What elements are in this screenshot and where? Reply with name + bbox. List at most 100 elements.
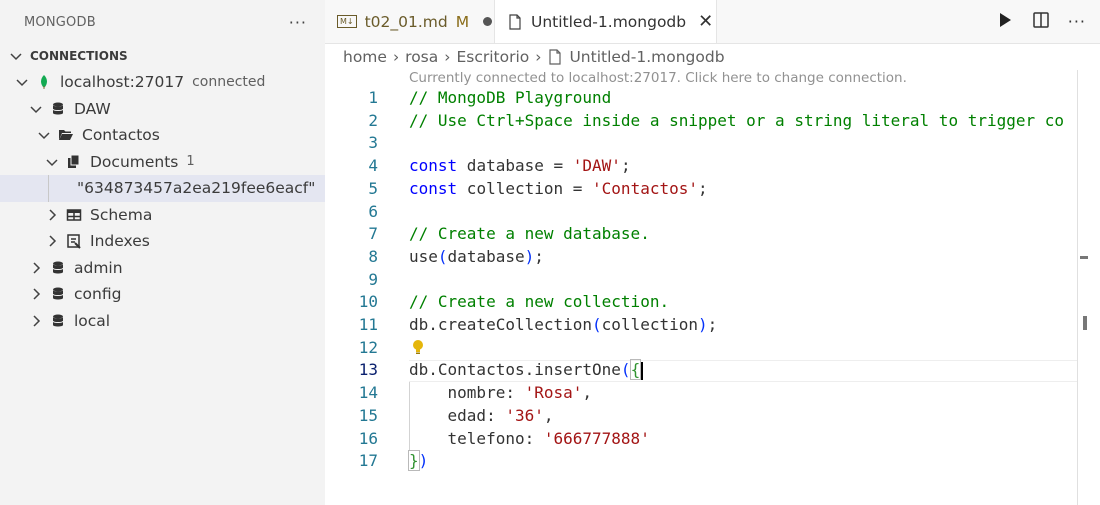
connection-status: connected (192, 74, 266, 91)
close-icon[interactable]: ✕ (698, 11, 713, 32)
code-text: const collection = 'Contactos'; (409, 178, 708, 198)
tree-item-label: admin (74, 258, 123, 277)
tree-item-config[interactable]: config (0, 281, 325, 308)
code-text: use(database); (409, 246, 544, 266)
line-number: 14 (358, 383, 378, 403)
line-number: 7 (368, 224, 378, 244)
chevron-down-icon (44, 154, 60, 170)
code-line: 7 // Create a new database. (325, 224, 1077, 247)
tree-item-label: Documents (90, 152, 179, 171)
line-number: 2 (368, 110, 378, 130)
code-line: 12 (325, 338, 1077, 361)
connection-codelens[interactable]: Currently connected to localhost:27017. … (409, 70, 907, 86)
tree-item-contactos[interactable]: Contactos (0, 122, 325, 149)
line-number: 8 (368, 246, 378, 266)
database-icon (50, 286, 66, 302)
code-text: const database = 'DAW'; (409, 156, 631, 176)
code-line: 9 (325, 270, 1077, 293)
line-number: 1 (368, 88, 378, 107)
code-line: 15 edad: '36', (325, 406, 1077, 429)
tree-item-label: local (74, 311, 111, 330)
code-line: 8 use(database); (325, 247, 1077, 270)
line-number: 5 (368, 178, 378, 198)
tree-item-document-id[interactable]: "634873457a2ea219fee6eacf" (0, 175, 325, 202)
tree-item-label: DAW (74, 99, 111, 118)
mongodb-leaf-icon (36, 74, 52, 90)
code-line: 11 db.createCollection(collection); (325, 315, 1077, 338)
line-number: 17 (358, 451, 378, 471)
chevron-right-icon: › (535, 48, 542, 66)
database-icon (50, 260, 66, 276)
modified-badge: M (455, 12, 470, 31)
chevron-right-icon (44, 233, 60, 249)
breadcrumb: home › rosa › Escritorio › Untitled-1.mo… (343, 46, 725, 68)
file-icon (507, 13, 523, 30)
table-icon (66, 207, 82, 223)
line-number: 10 (358, 292, 378, 312)
chevron-right-icon: › (444, 48, 451, 66)
tree-item-indexes[interactable]: Indexes (0, 228, 325, 255)
more-actions-icon[interactable]: ··· (1068, 12, 1086, 31)
chevron-down-icon (28, 101, 44, 117)
chevron-right-icon (28, 286, 44, 302)
code-editor[interactable]: 1 // MongoDB Playground 2 // Use Ctrl+Sp… (325, 88, 1077, 505)
overview-ruler[interactable] (1077, 70, 1078, 505)
run-icon[interactable] (996, 11, 1014, 33)
database-icon (50, 101, 66, 117)
line-number: 13 (358, 360, 378, 380)
code-text: telefono: '666777888' (409, 428, 650, 448)
lightbulb-icon[interactable] (411, 339, 425, 359)
more-actions-icon[interactable]: ··· (289, 13, 307, 32)
file-icon (547, 49, 563, 65)
tree-item-label: localhost:27017 (60, 73, 185, 92)
tab-untitled-1-mongodb[interactable]: Untitled-1.mongodb ✕ (495, 0, 717, 43)
split-editor-icon[interactable] (1032, 11, 1050, 33)
tree-item-label: "634873457a2ea219fee6eacf" (77, 179, 316, 198)
line-number: 11 (358, 315, 378, 334)
code-text: nombre: 'Rosa', (409, 383, 593, 403)
code-line: 16 telefono: '666777888' (325, 429, 1077, 452)
code-line: 1 // MongoDB Playground (325, 88, 1077, 111)
line-number: 15 (358, 405, 378, 425)
code-text: db.Contactos.insertOne({ (409, 359, 644, 381)
connections-section-header[interactable]: CONNECTIONS (0, 44, 325, 68)
tree-item-schema[interactable]: Schema (0, 202, 325, 229)
index-icon (66, 233, 82, 249)
tree-item-admin[interactable]: admin (0, 255, 325, 282)
chevron-down-icon (36, 127, 52, 143)
code-line: 5 const collection = 'Contactos'; (325, 179, 1077, 202)
tree-item-daw[interactable]: DAW (0, 96, 325, 123)
breadcrumb-item[interactable]: Escritorio (456, 48, 529, 66)
tree-indent-guide (48, 175, 49, 202)
line-number: 12 (358, 337, 378, 357)
tree-item-local[interactable]: local (0, 308, 325, 335)
editor-tab-bar: M↓ t02_01.md M Untitled-1.mongodb ✕ ··· (325, 0, 1100, 44)
tree-item-label: Schema (90, 205, 153, 224)
scrollbar-thumb[interactable] (1083, 316, 1087, 330)
code-line: 3 (325, 133, 1077, 156)
editor-actions: ··· (996, 0, 1100, 43)
markdown-icon: M↓ (337, 15, 357, 28)
line-number: 3 (368, 133, 378, 153)
mongodb-sidebar: MONGODB ··· CONNECTIONS localhost:27017 … (0, 0, 325, 505)
sidebar-title: MONGODB (24, 14, 96, 30)
breadcrumb-item[interactable]: rosa (405, 48, 438, 66)
code-text: db.createCollection(collection); (409, 315, 718, 334)
connections-label: CONNECTIONS (30, 49, 128, 63)
breadcrumb-item[interactable]: Untitled-1.mongodb (569, 48, 724, 66)
tree-item-localhost[interactable]: localhost:27017 connected (0, 69, 325, 96)
line-number: 6 (368, 201, 378, 221)
code-text: }) (408, 450, 429, 472)
code-line: 2 // Use Ctrl+Space inside a snippet or … (325, 111, 1077, 134)
folder-open-icon (58, 127, 74, 143)
chevron-down-icon (14, 74, 30, 90)
tree-item-label: Indexes (90, 232, 150, 251)
tab-label: t02_01.md (364, 12, 448, 31)
breadcrumb-item[interactable]: home (343, 48, 387, 66)
tree-item-label: Contactos (82, 126, 160, 145)
unsaved-dot-icon[interactable] (483, 17, 493, 26)
tree-item-documents[interactable]: Documents 1 (0, 149, 325, 176)
chevron-right-icon (28, 260, 44, 276)
chevron-right-icon (44, 207, 60, 223)
tab-t02-01-md[interactable]: M↓ t02_01.md M (325, 0, 495, 43)
